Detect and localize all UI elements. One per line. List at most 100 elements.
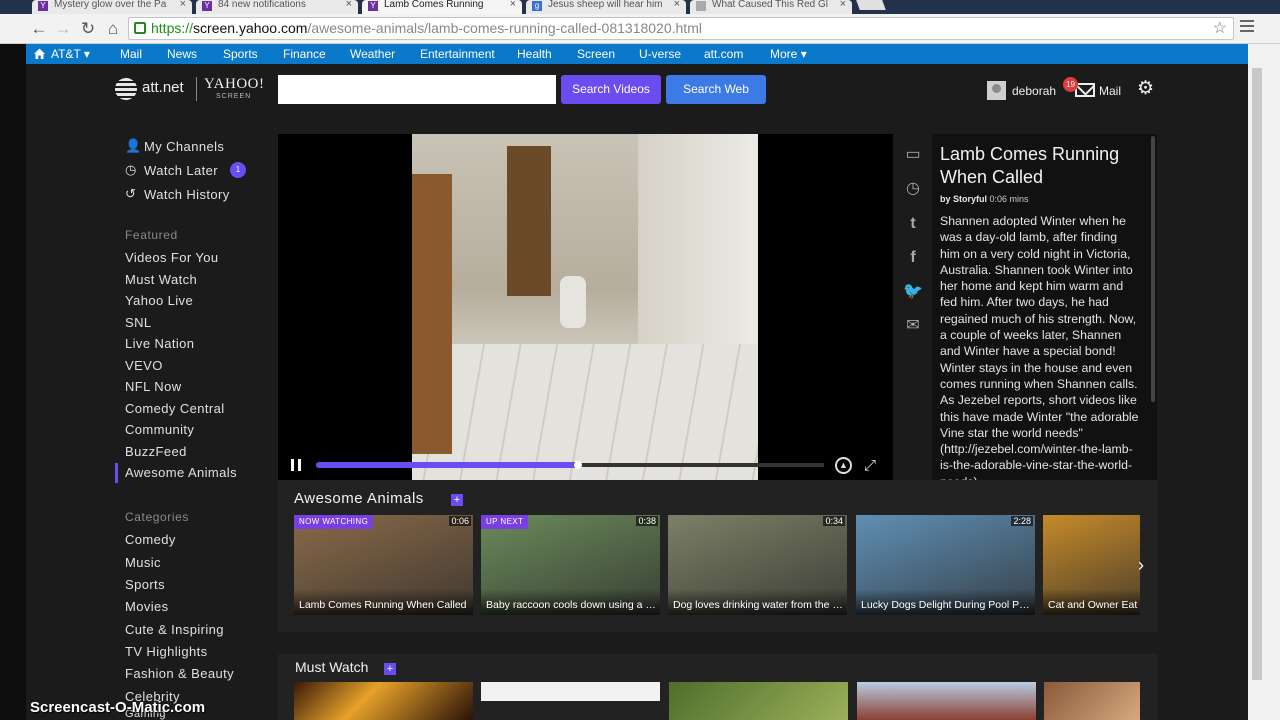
sidebar-item-vevo[interactable]: VEVO: [125, 358, 163, 373]
sidebar-item-community[interactable]: Community: [125, 422, 194, 437]
fullscreen-icon[interactable]: ⤢: [864, 458, 876, 473]
mail-link[interactable]: Mail: [1099, 84, 1121, 98]
search-input[interactable]: [278, 75, 556, 104]
nav-health[interactable]: Health: [517, 44, 552, 64]
sidebar-item-sports[interactable]: Sports: [125, 577, 165, 592]
bookmark-star-icon[interactable]: ☆: [1213, 18, 1227, 39]
watch-later-clock-icon[interactable]: ◷: [902, 179, 924, 199]
sidebar-item-comedy[interactable]: Comedy: [125, 532, 176, 547]
browser-tab-4[interactable]: g Jesus sheep will hear him ×: [526, 0, 686, 14]
playlist-item[interactable]: NOW WATCHING 0:06 Lamb Comes Running Whe…: [294, 515, 473, 615]
sidebar-item-live-nation[interactable]: Live Nation: [125, 336, 194, 351]
nav-entertainment[interactable]: Entertainment: [420, 44, 495, 64]
nav-more[interactable]: More ▾: [770, 44, 807, 64]
playlist-item[interactable]: 2:28 Lucky Dogs Delight During Pool Part…: [856, 515, 1035, 615]
sidebar-item-my-channels[interactable]: My Channels: [144, 139, 224, 154]
tab-close-icon[interactable]: ×: [840, 0, 846, 10]
gear-icon[interactable]: ⚙: [1137, 79, 1155, 98]
search-videos-button[interactable]: Search Videos: [561, 75, 661, 104]
email-icon[interactable]: ✉: [902, 316, 924, 336]
nav-attcom[interactable]: att.com: [704, 44, 743, 64]
att-menu[interactable]: AT&T ▾: [51, 44, 90, 64]
browser-tab-5[interactable]: What Caused This Red Gl ×: [690, 0, 852, 14]
sidebar-item-nfl-now[interactable]: NFL Now: [125, 379, 182, 394]
tab-favicon: [696, 1, 706, 11]
address-bar[interactable]: https://screen.yahoo.com/awesome-animals…: [128, 17, 1234, 40]
playlist-item[interactable]: 0:34 Dog loves drinking water from the h…: [668, 515, 847, 615]
thumb-caption: Lamb Comes Running When Called: [299, 599, 467, 611]
sidebar-item-fashion-beauty[interactable]: Fashion & Beauty: [125, 666, 234, 681]
sidebar-item-awesome-animals[interactable]: Awesome Animals: [125, 465, 237, 480]
chevron-right-icon[interactable]: ›: [1138, 555, 1144, 576]
browser-tab-3-active[interactable]: Y Lamb Comes Running ×: [362, 0, 522, 14]
tab-close-icon[interactable]: ×: [346, 0, 352, 10]
add-playlist-button[interactable]: +: [384, 663, 396, 675]
browser-tab-1[interactable]: Y Mystery glow over the Pa ×: [32, 0, 192, 14]
must-watch-thumb[interactable]: [669, 682, 848, 720]
section-title-awesome-animals[interactable]: Awesome Animals: [294, 490, 424, 507]
sidebar-item-videos-for-you[interactable]: Videos For You: [125, 250, 219, 265]
video-scene-floor: [412, 344, 758, 480]
home-icon[interactable]: ⌂: [102, 18, 124, 40]
att-yahoo-screen-logo[interactable]: att.net YAHOO! SCREEN: [115, 76, 265, 104]
section-title-must-watch[interactable]: Must Watch: [295, 659, 368, 675]
tab-close-icon[interactable]: ×: [674, 0, 680, 10]
featured-heading: Featured: [125, 228, 178, 242]
progress-scrubber[interactable]: [574, 461, 582, 469]
sidebar-item-yahoo-live[interactable]: Yahoo Live: [125, 293, 193, 308]
reload-icon[interactable]: ↻: [77, 18, 99, 40]
playlist-item[interactable]: Cat and Owner Eat: [1043, 515, 1140, 615]
page-scrollbar-thumb[interactable]: [1252, 68, 1262, 680]
nav-weather[interactable]: Weather: [350, 44, 395, 64]
sidebar-item-cute-inspiring[interactable]: Cute & Inspiring: [125, 622, 224, 637]
pause-icon[interactable]: [291, 459, 301, 471]
playlist-item[interactable]: UP NEXT 0:38 Baby raccoon cools down usi…: [481, 515, 660, 615]
tab-close-icon[interactable]: ×: [510, 0, 516, 10]
video-frame[interactable]: [412, 134, 758, 480]
mail-icon[interactable]: [1075, 83, 1095, 97]
new-tab-button[interactable]: [856, 0, 886, 10]
nav-screen[interactable]: Screen: [577, 44, 615, 64]
quality-icon[interactable]: ▲: [835, 457, 852, 474]
clock-icon: ◷: [125, 162, 137, 177]
sidebar-item-watch-later[interactable]: Watch Later: [144, 163, 218, 178]
sidebar-item-must-watch[interactable]: Must Watch: [125, 272, 197, 287]
add-playlist-button[interactable]: +: [451, 494, 463, 506]
chevron-down-icon: ▾: [800, 47, 807, 61]
sidebar-item-watch-history[interactable]: Watch History: [144, 187, 230, 202]
browser-tab-2[interactable]: Y 84 new notifications ×: [196, 0, 358, 14]
comment-icon[interactable]: ▭: [902, 145, 924, 165]
must-watch-thumb[interactable]: [1044, 682, 1140, 720]
nav-mail[interactable]: Mail: [120, 44, 142, 64]
facebook-icon[interactable]: f: [902, 248, 924, 268]
left-gutter: [0, 44, 26, 720]
sidebar-item-buzzfeed[interactable]: BuzzFeed: [125, 444, 187, 459]
nav-uverse[interactable]: U-verse: [639, 44, 681, 64]
video-scene-lamb: [560, 276, 586, 328]
back-arrow-icon[interactable]: ←: [28, 18, 50, 40]
must-watch-thumb[interactable]: [294, 682, 473, 720]
video-player[interactable]: [278, 134, 893, 480]
nav-finance[interactable]: Finance: [283, 44, 326, 64]
video-description: Shannen adopted Winter when he was a day…: [940, 214, 1139, 480]
nav-news[interactable]: News: [167, 44, 197, 64]
nav-sports[interactable]: Sports: [223, 44, 258, 64]
username[interactable]: deborah: [1012, 84, 1056, 98]
tumblr-icon[interactable]: t: [902, 214, 924, 234]
att-home-icon[interactable]: [33, 47, 46, 60]
avatar[interactable]: [987, 81, 1006, 100]
tab-close-icon[interactable]: ×: [180, 0, 186, 10]
must-watch-thumb[interactable]: [481, 682, 660, 720]
sidebar-item-comedy-central[interactable]: Comedy Central: [125, 401, 225, 416]
sidebar-item-music[interactable]: Music: [125, 555, 161, 570]
browser-menu-icon[interactable]: [1240, 20, 1254, 34]
twitter-icon[interactable]: 🐦: [902, 282, 924, 302]
tab-favicon: Y: [368, 1, 378, 11]
sidebar-item-snl[interactable]: SNL: [125, 315, 152, 330]
sidebar-item-tv-highlights[interactable]: TV Highlights: [125, 644, 208, 659]
description-scrollbar[interactable]: [1151, 136, 1155, 402]
search-web-button[interactable]: Search Web: [666, 75, 766, 104]
must-watch-thumb[interactable]: [857, 682, 1036, 720]
sidebar-item-movies[interactable]: Movies: [125, 599, 169, 614]
forward-arrow-icon[interactable]: →: [52, 18, 74, 40]
